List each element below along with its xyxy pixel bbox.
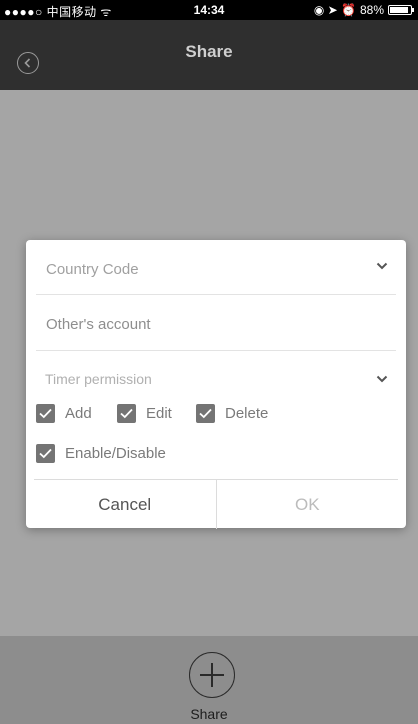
chevron-down-icon[interactable]	[376, 375, 388, 383]
checkbox-checked-icon	[196, 404, 215, 423]
checkbox-checked-icon	[117, 404, 136, 423]
country-code-placeholder: Country Code	[46, 261, 139, 278]
status-bar: ●●●●○ 中国移动 ᯤ 14:34 ◉ ➤ ⏰ 88%	[0, 0, 418, 20]
cancel-button[interactable]: Cancel	[34, 480, 217, 529]
battery-percent: 88%	[359, 3, 384, 17]
dialog-actions: Cancel OK	[34, 479, 398, 529]
battery-icon	[388, 5, 414, 15]
checkbox-checked-icon	[36, 444, 55, 463]
add-share-icon[interactable]	[189, 652, 235, 698]
chevron-down-icon	[376, 262, 388, 270]
permission-add-label: Add	[65, 405, 92, 422]
status-icons: ◉ ➤ ⏰	[313, 3, 356, 17]
share-dialog: Country Code Other's account Timer permi…	[26, 240, 406, 529]
account-input[interactable]: Other's account	[36, 295, 396, 351]
timer-permission-label: Timer permission	[45, 371, 152, 387]
permission-edit-checkbox[interactable]: Edit	[117, 404, 172, 423]
permission-edit-label: Edit	[146, 405, 172, 422]
status-right: ◉ ➤ ⏰ 88%	[313, 3, 414, 17]
share-button-label[interactable]: Share	[0, 706, 418, 722]
ok-button[interactable]: OK	[217, 480, 399, 529]
permission-delete-label: Delete	[225, 405, 269, 422]
permission-enable-disable-checkbox[interactable]: Enable/Disable	[36, 444, 166, 463]
permission-add-checkbox[interactable]: Add	[36, 404, 92, 423]
country-code-select[interactable]: Country Code	[36, 240, 396, 295]
account-placeholder: Other's account	[46, 316, 151, 333]
permission-delete-checkbox[interactable]: Delete	[196, 404, 268, 423]
checkbox-checked-icon	[36, 404, 55, 423]
page-title: Share	[185, 42, 233, 61]
nav-header: Share	[0, 20, 418, 90]
permission-enable-disable-label: Enable/Disable	[65, 445, 166, 462]
bottom-bar: Share	[0, 636, 418, 724]
